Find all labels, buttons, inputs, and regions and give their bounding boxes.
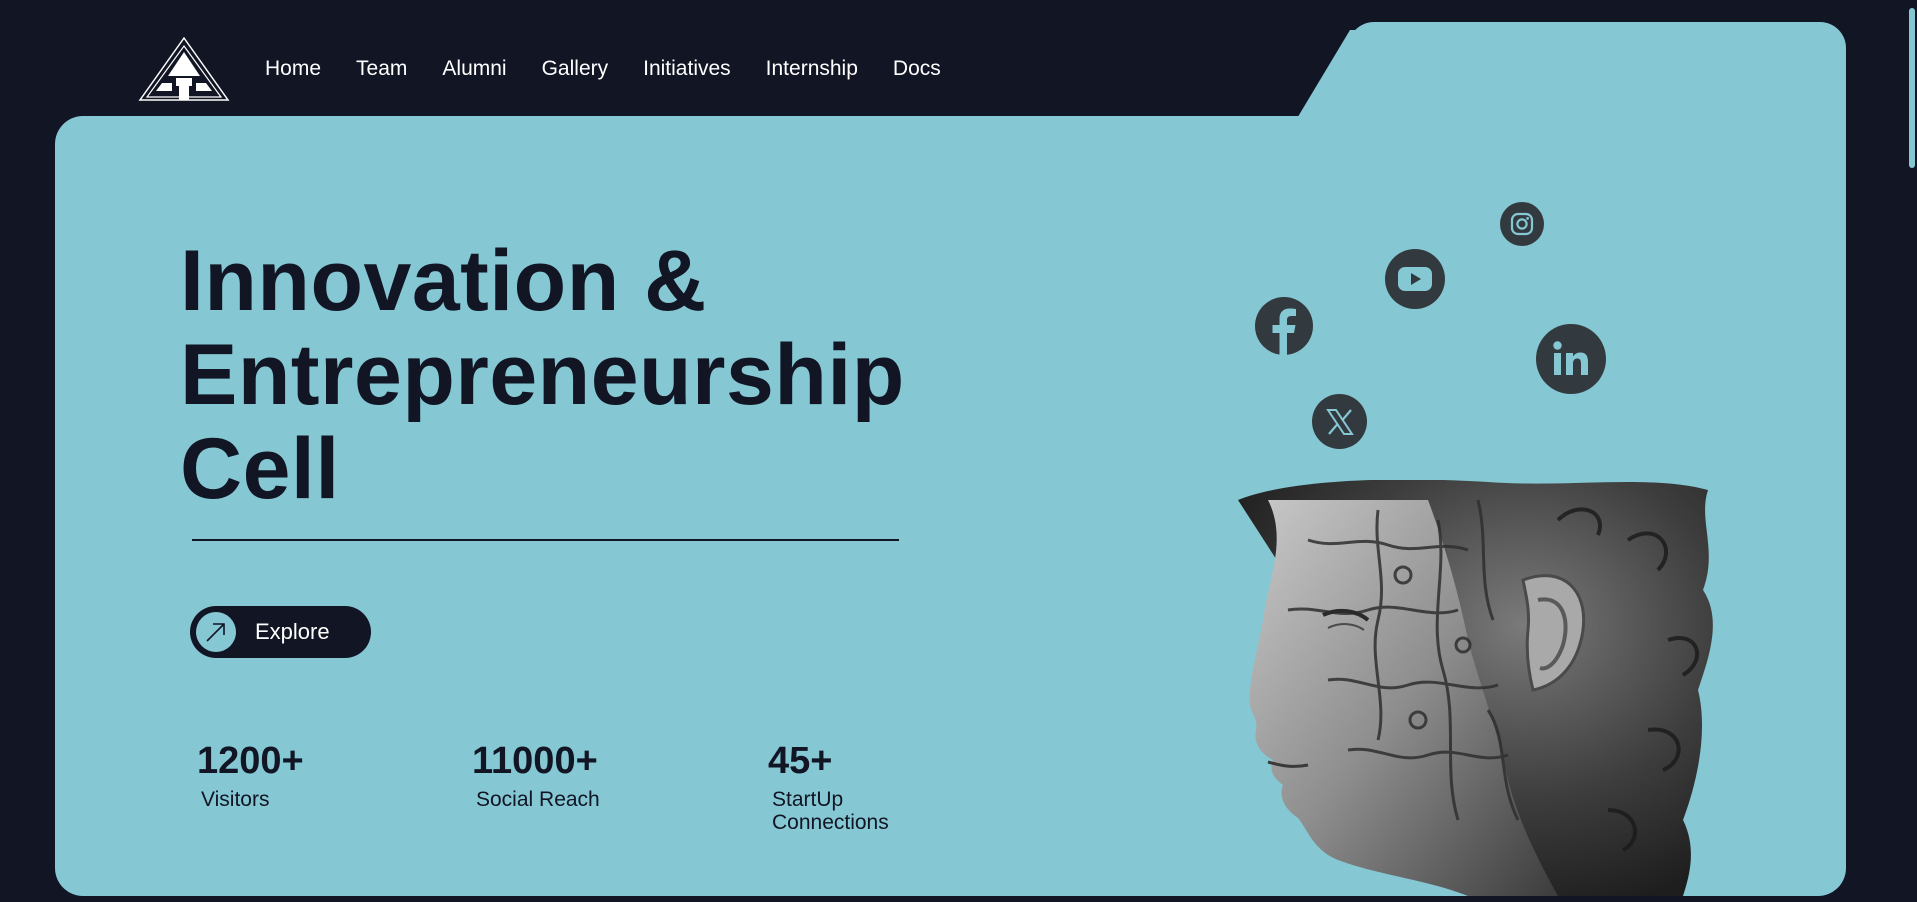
nav-gallery[interactable]: Gallery [542, 54, 609, 84]
stat-visitors: 1200+ Visitors [197, 738, 304, 811]
main-nav: Home Team Alumni Gallery Initiatives Int… [265, 54, 941, 84]
ecell-logo[interactable] [138, 36, 230, 102]
nav-home[interactable]: Home [265, 54, 321, 84]
stat-label: StartUp Connections [772, 788, 889, 834]
scrollbar-thumb[interactable] [1909, 8, 1915, 168]
hero-title-line-1: Innovation & [180, 233, 707, 329]
instagram-icon[interactable] [1500, 202, 1544, 246]
page: Home Team Alumni Gallery Initiatives Int… [0, 0, 1917, 902]
stat-value: 1200+ [197, 740, 304, 782]
facebook-icon[interactable] [1255, 297, 1313, 355]
nav-internship[interactable]: Internship [766, 54, 858, 84]
stat-value: 11000+ [472, 740, 598, 782]
stat-social-reach: 11000+ Social Reach [472, 738, 600, 811]
scrollbar-track[interactable] [1907, 0, 1917, 902]
explore-button[interactable]: Explore [190, 606, 371, 658]
ecell-triangle-logo-icon [138, 36, 230, 101]
linkedin-icon[interactable] [1536, 324, 1606, 394]
nav-team[interactable]: Team [356, 54, 407, 84]
youtube-icon[interactable] [1385, 249, 1445, 309]
stat-label: Social Reach [476, 788, 600, 811]
hero-title-line-2: Entrepreneurship [180, 327, 905, 423]
hero-title: Innovation & Entrepreneurship Cell [180, 234, 940, 516]
hero-card-slant [1290, 30, 1410, 130]
stat-label: Visitors [201, 788, 270, 811]
nav-docs[interactable]: Docs [893, 54, 941, 84]
hero-title-line-3: Cell [180, 421, 340, 517]
stat-value: 45+ [768, 740, 833, 782]
hero-divider [192, 539, 899, 541]
explore-button-label: Explore [255, 619, 330, 644]
stat-startup-connections: 45+ StartUp Connections [768, 738, 928, 834]
puzzle-head-illustration [1228, 480, 1723, 896]
x-twitter-icon[interactable] [1312, 394, 1367, 449]
nav-initiatives[interactable]: Initiatives [643, 54, 731, 84]
arrow-up-right-icon [196, 612, 236, 652]
nav-alumni[interactable]: Alumni [442, 54, 506, 84]
